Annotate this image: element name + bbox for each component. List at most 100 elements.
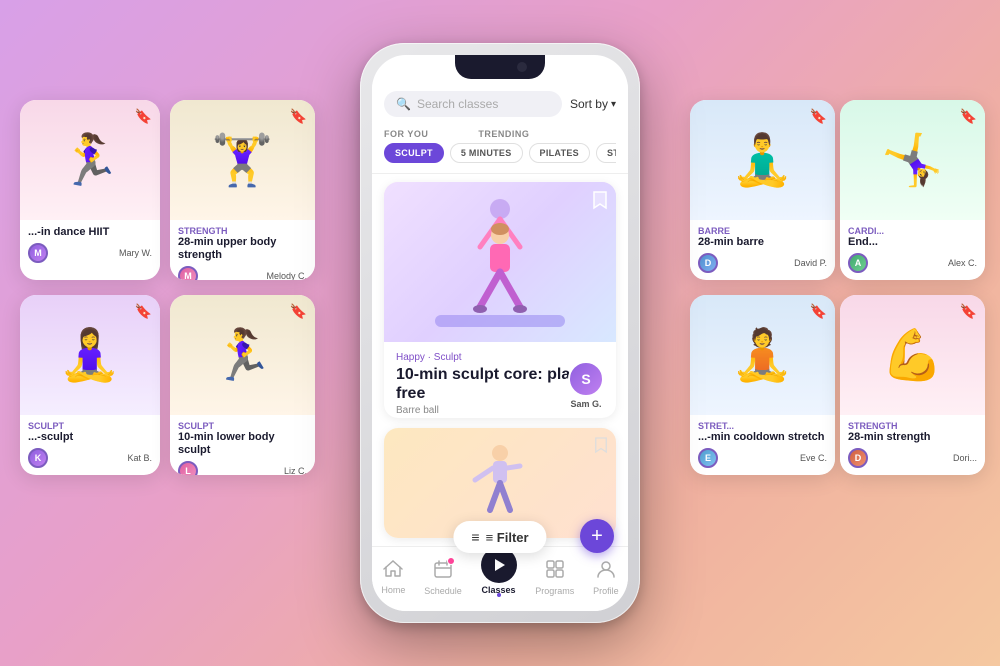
featured-bookmark-icon[interactable] (592, 190, 608, 215)
instructor-1: Mary W. (119, 248, 152, 258)
instructor-avatar: S (568, 361, 604, 397)
sort-button[interactable]: Sort by ▾ (570, 97, 616, 111)
card-category-3: Barre (698, 226, 827, 236)
avatar-5: K (28, 448, 48, 468)
card-footer-4: Cardi... End... A Alex C. (840, 220, 985, 279)
chip-sculpt[interactable]: SCULPT (384, 143, 444, 163)
filter-labels: FOR YOU TRENDING (384, 129, 616, 143)
card-category-2: Strength (178, 226, 307, 236)
nav-programs[interactable]: Programs (527, 555, 582, 600)
nav-profile[interactable]: Profile (585, 555, 627, 600)
chevron-down-icon: ▾ (611, 99, 616, 110)
card-title-4: End... (848, 236, 977, 249)
avatar-2: M (178, 266, 198, 280)
home-icon (383, 560, 403, 583)
nav-classes[interactable]: Classes (473, 553, 525, 601)
card-footer-7: Stret... ...-min cooldown stretch E Eve … (690, 415, 835, 474)
bg-card-3[interactable]: 🔖 🧘‍♂️ Barre 28-min barre D David P. (690, 100, 835, 280)
phone-shell: 🔍 Search classes Sort by ▾ FOR YOU TREND… (360, 43, 640, 623)
featured-class-card[interactable]: Happy · Sculpt 10-min sculpt core: plank… (384, 182, 616, 418)
filter-fab-button[interactable]: ≡ ≡ Filter (453, 521, 546, 553)
card-title-2: 28-min upper body strength (178, 236, 307, 262)
programs-label: Programs (535, 586, 574, 596)
search-placeholder: Search classes (417, 97, 498, 111)
card-meta-4: A Alex C. (848, 253, 977, 273)
cards-scroll[interactable]: Happy · Sculpt 10-min sculpt core: plank… (372, 174, 628, 546)
chip-5minutes[interactable]: 5 MINUTES (450, 143, 523, 163)
search-bar: 🔍 Search classes Sort by ▾ (372, 83, 628, 125)
card-title-3: 28-min barre (698, 236, 827, 249)
featured-class-details: Happy · Sculpt 10-min sculpt core: plank… (384, 342, 616, 418)
classes-active-indicator (497, 593, 501, 597)
card-category-4: Cardi... (848, 226, 977, 236)
search-input-container[interactable]: 🔍 Search classes (384, 91, 562, 117)
sort-label: Sort by (570, 97, 608, 111)
avatar-7: E (698, 448, 718, 468)
card-meta-3: D David P. (698, 253, 827, 273)
instructor-2: Melody C. (266, 271, 307, 280)
avatar-4: A (848, 253, 868, 273)
yoga-mat (435, 315, 565, 327)
bookmark-3[interactable]: 🔖 (810, 108, 827, 125)
bookmark-6[interactable]: 🔖 (290, 303, 307, 320)
bg-card-2[interactable]: 🔖 🏋️‍♀️ Strength 28-min upper body stren… (170, 100, 315, 280)
instructor-7: Eve C. (800, 453, 827, 463)
avatar-1: M (28, 243, 48, 263)
bg-card-1[interactable]: 🔖 🏃‍♀️ ...-in dance HIIT M Mary W. (20, 100, 160, 280)
trending-label: TRENDING (478, 129, 529, 139)
avatar-6: L (178, 461, 198, 475)
chip-strength[interactable]: STRENGTH (596, 143, 616, 163)
instructor-name-label: Sam G. (570, 399, 601, 409)
bookmark-5[interactable]: 🔖 (135, 303, 152, 320)
card-title-6: 10-min lower body sculpt (178, 431, 307, 457)
screen-content: 🔍 Search classes Sort by ▾ FOR YOU TREND… (372, 55, 628, 611)
bg-card-6[interactable]: 🔖 🏃‍♀️ Sculpt 10-min lower body sculpt L… (170, 295, 315, 475)
filter-icon: ≡ (471, 529, 479, 545)
card-meta-5: K Kat B. (28, 448, 152, 468)
schedule-label: Schedule (424, 586, 462, 596)
sculpt-scene (384, 182, 616, 342)
profile-label: Profile (593, 586, 619, 596)
schedule-badge-dot (447, 557, 455, 565)
instructor-8: Dori... (953, 453, 977, 463)
avatar-8: D (848, 448, 868, 468)
bg-card-5[interactable]: 🔖 🧘‍♀️ Sculpt ...-sculpt K Kat B. (20, 295, 160, 475)
card-footer-3: Barre 28-min barre D David P. (690, 220, 835, 279)
nav-home[interactable]: Home (373, 556, 413, 599)
bookmark-8[interactable]: 🔖 (960, 303, 977, 320)
card-title-8: 28-min strength (848, 431, 977, 444)
bottom-nav: Home Schedule (372, 546, 628, 611)
figure-secondary (470, 438, 530, 528)
bg-card-7[interactable]: 🔖 🧘 Stret... ...-min cooldown stretch E … (690, 295, 835, 475)
bookmark-4[interactable]: 🔖 (960, 108, 977, 125)
bg-card-4[interactable]: 🔖 🤸‍♀️ Cardi... End... A Alex C. (840, 100, 985, 280)
card-footer-8: Strength 28-min strength D Dori... (840, 415, 985, 474)
bookmark-7[interactable]: 🔖 (810, 303, 827, 320)
bg-card-8[interactable]: 🔖 💪 Strength 28-min strength D Dori... (840, 295, 985, 475)
nav-schedule[interactable]: Schedule (416, 555, 470, 600)
card-footer-2: Strength 28-min upper body strength M Me… (170, 220, 315, 280)
bookmark-2[interactable]: 🔖 (290, 108, 307, 125)
figure-main (460, 197, 540, 327)
filter-chips: SCULPT 5 MINUTES PILATES STRENGTH (384, 143, 616, 163)
avatar-3: D (698, 253, 718, 273)
instructor-row: S Sam G. (568, 361, 604, 409)
plus-icon: + (591, 525, 603, 548)
home-label: Home (381, 585, 405, 595)
card-title-5: ...-sculpt (28, 431, 152, 444)
notch (455, 55, 545, 79)
card-meta-1: M Mary W. (28, 243, 152, 263)
card-footer-6: Sculpt 10-min lower body sculpt L Liz C. (170, 415, 315, 475)
search-icon: 🔍 (396, 97, 411, 111)
profile-icon (596, 559, 616, 584)
filter-section: FOR YOU TRENDING SCULPT 5 MINUTES PILATE… (372, 125, 628, 174)
card-category-5: Sculpt (28, 421, 152, 431)
card-footer-1: ...-in dance HIIT M Mary W. (20, 220, 160, 269)
chip-pilates[interactable]: PILATES (529, 143, 590, 163)
instructor-3: David P. (794, 258, 827, 268)
secondary-bookmark-icon[interactable] (594, 436, 608, 459)
instructor-4: Alex C. (948, 258, 977, 268)
bookmark-1[interactable]: 🔖 (135, 108, 152, 125)
add-fab-button[interactable]: + (580, 519, 614, 553)
phone: 🔍 Search classes Sort by ▾ FOR YOU TREND… (360, 43, 640, 623)
